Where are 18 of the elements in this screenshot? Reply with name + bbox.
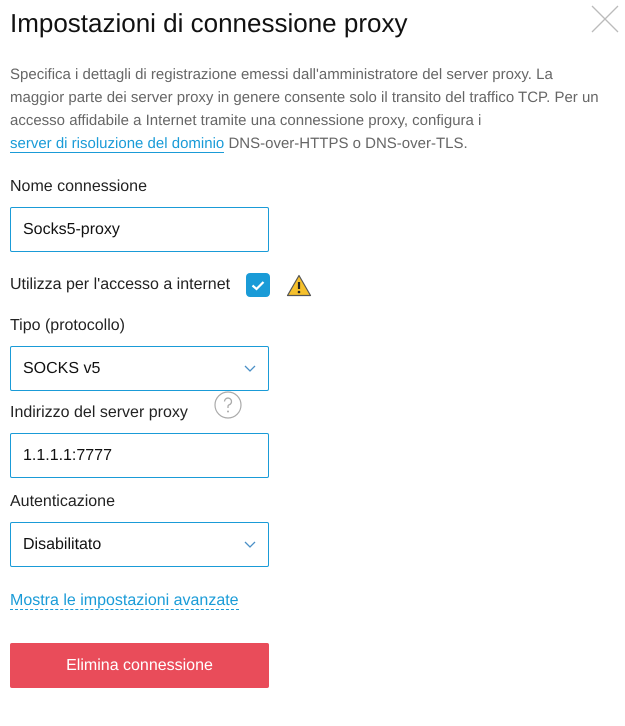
text-field[interactable]: 1.1.1.1:7777 [10,433,269,478]
dialog-title: Impostazioni di connessione proxy [10,8,408,40]
chevron-icon [244,365,256,372]
select-field[interactable]: Disabilitato [10,522,269,568]
help-icon[interactable] [214,391,242,420]
checkmark-icon [251,280,266,291]
field-label: Indirizzo del server proxy [10,403,188,424]
field-label: Autenticazione [10,492,115,512]
checkbox-label: Utilizza per l'accesso a internet [10,275,230,296]
internet-checkbox[interactable] [246,273,270,298]
select-field[interactable]: SOCKS v5 [10,346,269,392]
field-label: Tipo (protocollo) [10,316,126,336]
chevron-icon [244,541,256,548]
text-field[interactable]: Socks5-proxy [10,207,269,252]
delete-connection-button[interactable]: Elimina connessione [10,643,269,688]
field-label: Nome connessione [10,177,147,198]
description-text: Specifica i dettagli di registrazione emessi dall'amministratore del server proxy. La maggior parte dei server proxy in genere consente solo il transito del traffico TCP. Per un accesso affidabile a Internet tramite una connessione proxy, configura i server di risoluzione del dominio DNS-over-HTTPS o DNS-over-TLS. [10,65,600,156]
close-icon[interactable] [590,4,620,34]
